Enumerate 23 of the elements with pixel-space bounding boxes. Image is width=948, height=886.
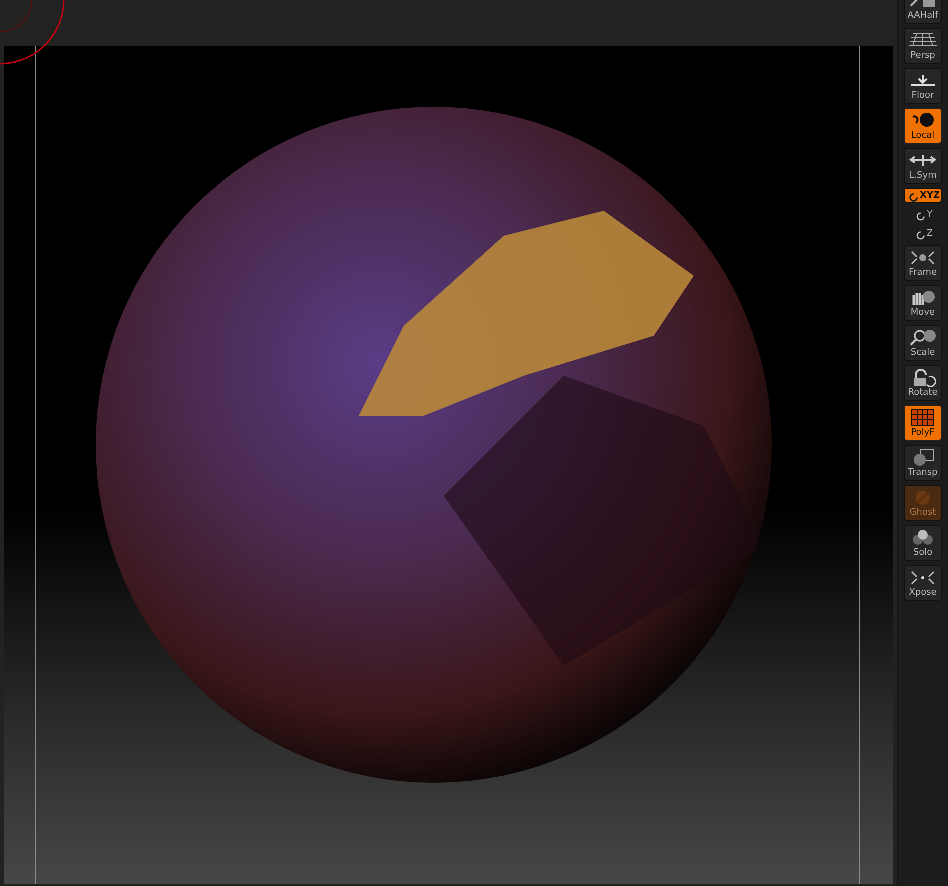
toolbar-icon (909, 408, 937, 426)
toolbar-button[interactable]: XYZ (904, 188, 942, 203)
toolbar-icon (909, 248, 937, 266)
toolbar-button[interactable]: Z (904, 226, 942, 241)
toolbar-icon (909, 568, 937, 586)
toolbar-button[interactable]: Xpose (904, 565, 942, 601)
toolbar-button[interactable]: Y (904, 207, 942, 222)
toolbar-button[interactable]: PolyF (904, 405, 942, 441)
toolbar-icon (909, 32, 937, 50)
viewport-canvas[interactable] (4, 46, 893, 884)
toolbar-button[interactable]: Solo (904, 525, 942, 561)
toolbar-button[interactable]: Frame (904, 245, 942, 281)
toolbar-button[interactable]: Floor (904, 68, 942, 104)
toolbar-button[interactable]: Transp (904, 445, 942, 481)
toolbar-button[interactable]: AAHalf (904, 0, 942, 24)
toolbar-button[interactable]: Local (904, 108, 942, 144)
toolbar-button[interactable]: Persp (904, 28, 942, 64)
toolbar-button[interactable]: L.Sym (904, 148, 942, 184)
toolbar-button[interactable]: Rotate (904, 365, 942, 401)
brush-cursor-drawing (0, 0, 66, 66)
toolbar-icon (909, 328, 937, 346)
toolbar-button[interactable]: Move (904, 285, 942, 321)
toolbar-button[interactable]: Scale (904, 325, 942, 361)
